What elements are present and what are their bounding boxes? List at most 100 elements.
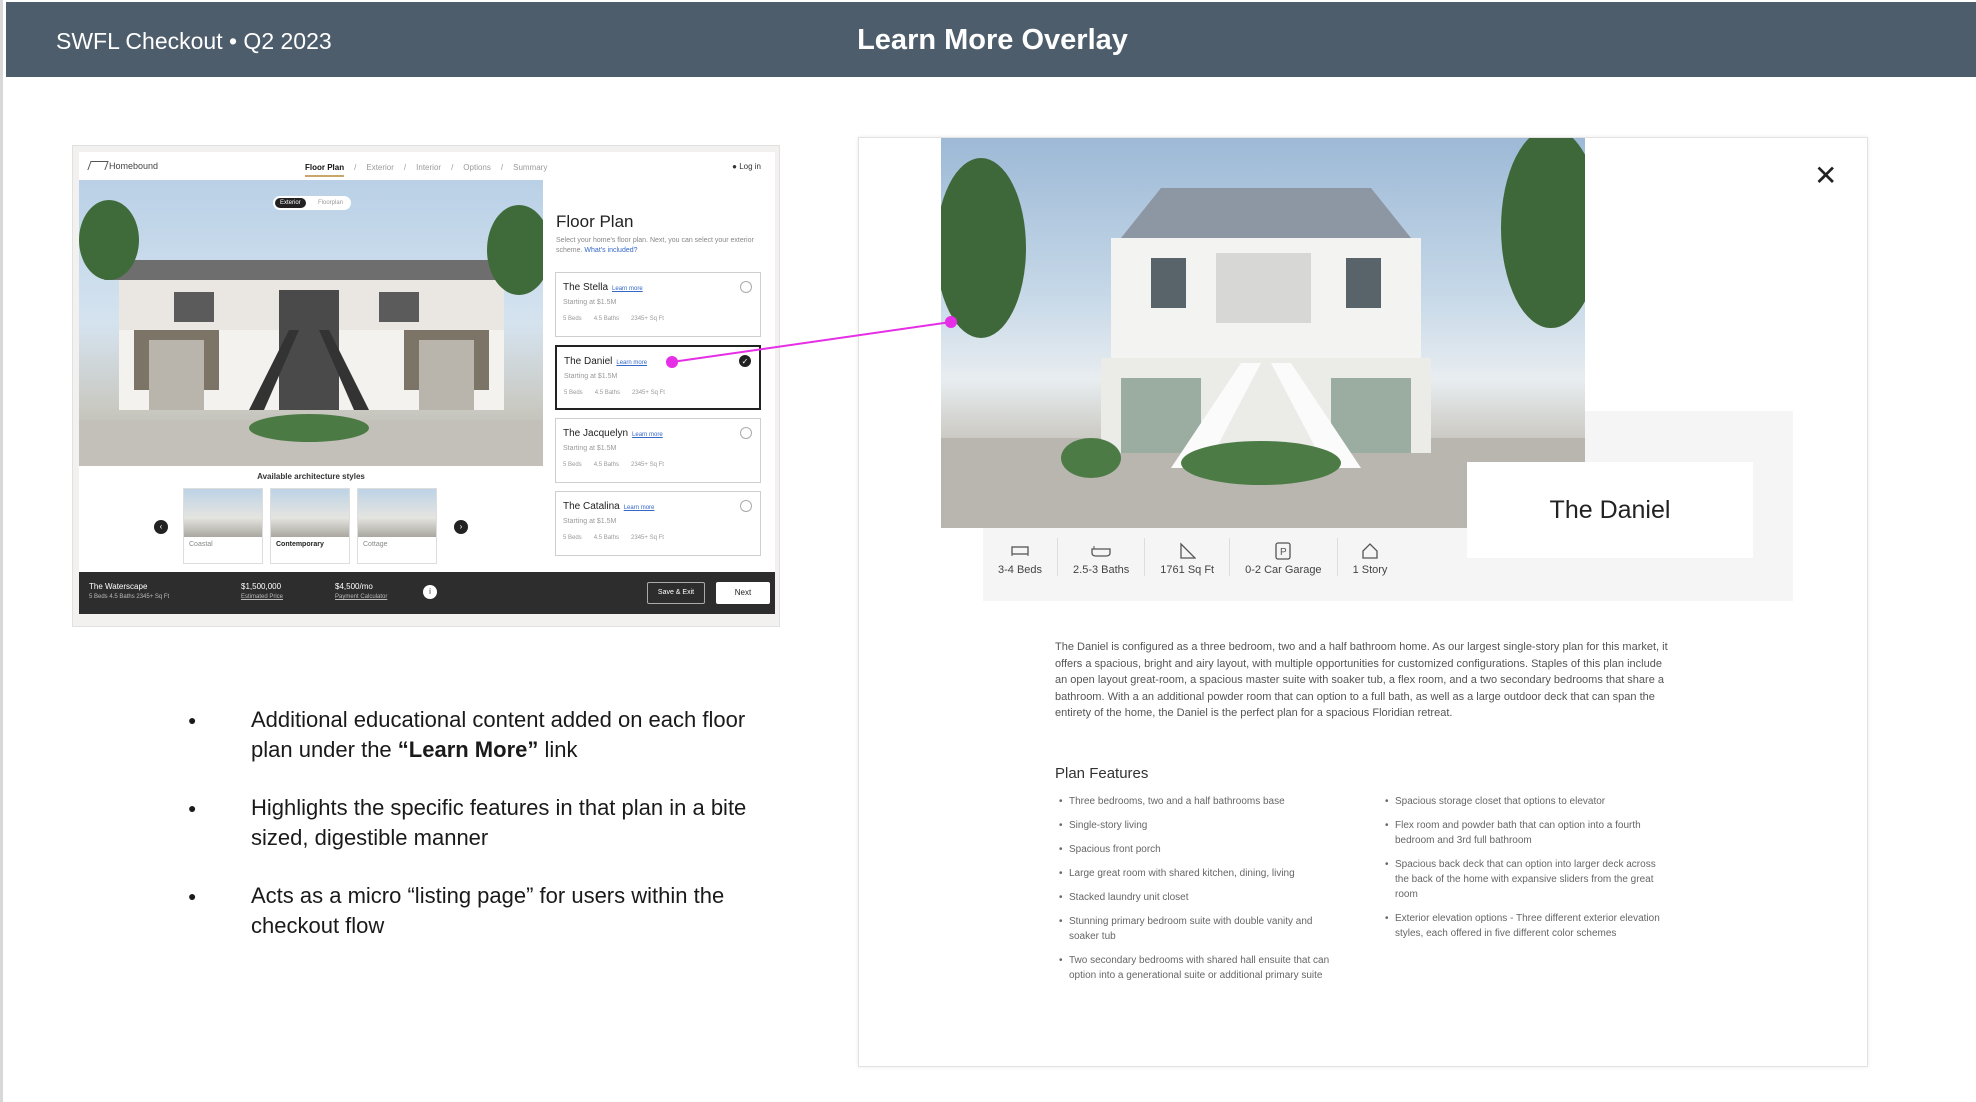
plan-radio[interactable] <box>740 500 752 512</box>
house-illustration <box>79 200 543 466</box>
plan-card-stella[interactable]: The Stella Learn more Starting at $1.5M 5… <box>555 272 761 337</box>
home-icon <box>1353 538 1388 564</box>
feature-item: Three bedrooms, two and a half bathrooms… <box>1055 794 1345 809</box>
step-separator: / <box>403 163 407 172</box>
panel-subtitle: Select your home's floor plan. Next, you… <box>556 236 761 256</box>
plan-name: The Daniel <box>1549 496 1671 524</box>
brand-name: Homebound <box>109 161 159 171</box>
estimated-price: $1,500,000 Estimated Price <box>241 582 283 600</box>
style-thumb-contemporary[interactable]: Contemporary <box>270 488 350 564</box>
login-label: Log in <box>739 162 761 171</box>
bath-icon <box>1073 538 1129 564</box>
plan-specs: 5 Beds 4.5 Baths 2345+ Sq Ft <box>563 462 664 468</box>
feature-item: Large great room with shared kitchen, di… <box>1055 866 1345 881</box>
learn-more-link[interactable]: Learn more <box>612 286 643 292</box>
plan-radio[interactable] <box>740 281 752 293</box>
step-options[interactable]: Options <box>463 163 491 177</box>
mockup-nav-bar: Homebound Floor Plan / Exterior / Interi… <box>79 152 775 180</box>
learn-more-overlay: ✕ The Daniel 3-4 Beds 2.5-3 Baths 1761 S… <box>858 137 1868 1067</box>
style-thumb-cottage[interactable]: Cottage <box>357 488 437 564</box>
estimated-price-link[interactable]: Estimated Price <box>241 594 283 600</box>
styles-heading: Available architecture styles <box>257 472 365 481</box>
style-image <box>184 489 262 537</box>
sqft-spec: 2345+ Sq Ft <box>632 390 665 396</box>
sqft-spec: 2345+ Sq Ft <box>631 535 664 541</box>
plan-card-jacquelyn[interactable]: The Jacquelyn Learn more Starting at $1.5… <box>555 418 761 483</box>
step-floor-plan[interactable]: Floor Plan <box>305 163 345 177</box>
step-summary[interactable]: Summary <box>513 163 547 177</box>
feature-item: Single-story living <box>1055 818 1345 833</box>
close-icon[interactable]: ✕ <box>1814 162 1837 190</box>
save-exit-button[interactable]: Save & Exit <box>647 582 705 604</box>
hero-house-image: Exterior Floorplan <box>79 180 543 466</box>
next-button[interactable]: Next <box>716 582 770 604</box>
toggle-floorplan[interactable]: Floorplan <box>313 198 348 208</box>
plan-radio-checked-icon[interactable]: ✓ <box>739 355 751 367</box>
plan-card-catalina[interactable]: The Catalina Learn more Starting at $1.5M… <box>555 491 761 556</box>
feature-item: Flex room and powder bath that can optio… <box>1381 818 1671 848</box>
bullet-text: Highlights the specific features in that… <box>251 795 747 850</box>
payment-calculator-link[interactable]: Payment Calculator <box>335 594 387 600</box>
sqft-spec: 2345+ Sq Ft <box>631 316 664 322</box>
stat-garage: P 0-2 Car Garage <box>1230 538 1338 576</box>
plan-specs: 5 Beds 4.5 Baths 2345+ Sq Ft <box>564 390 665 396</box>
plan-price: Starting at $1.5M <box>563 299 617 306</box>
roof-icon <box>87 161 109 170</box>
learn-more-link[interactable]: Learn more <box>616 360 647 366</box>
step-separator: / <box>451 163 454 172</box>
plan-price: Starting at $1.5M <box>563 518 617 525</box>
bed-icon <box>998 538 1042 564</box>
learn-more-link[interactable]: Learn more <box>624 505 655 511</box>
stat-label: 0-2 Car Garage <box>1245 564 1322 576</box>
style-thumb-coastal[interactable]: Coastal <box>183 488 263 564</box>
plan-price: Starting at $1.5M <box>564 373 618 380</box>
stat-label: 1761 Sq Ft <box>1160 564 1215 576</box>
bullet-item: Additional educational content added on … <box>183 705 783 765</box>
whats-included-link[interactable]: What's included? <box>584 247 637 254</box>
feature-item: Exterior elevation options - Three diffe… <box>1381 911 1671 941</box>
next-arrow-icon[interactable]: › <box>454 520 468 534</box>
stat-baths: 2.5-3 Baths <box>1058 538 1146 576</box>
plan-name: The Daniel <box>564 356 613 367</box>
feature-item: Spacious front porch <box>1055 842 1345 857</box>
baths-spec: 4.5 Baths <box>593 316 620 322</box>
learn-more-link[interactable]: Learn more <box>632 432 663 438</box>
home-specs: 5 Beds 4.5 Baths 2345+ Sq Ft <box>89 594 170 600</box>
toggle-exterior[interactable]: Exterior <box>275 198 306 208</box>
plan-specs: 5 Beds 4.5 Baths 2345+ Sq Ft <box>563 535 664 541</box>
step-interior[interactable]: Interior <box>416 163 441 177</box>
prev-arrow-icon[interactable]: ‹ <box>154 520 168 534</box>
beds-spec: 5 Beds <box>563 462 582 468</box>
style-label: Cottage <box>363 541 388 548</box>
svg-text:P: P <box>1280 547 1287 558</box>
plan-name-card: The Daniel <box>1467 462 1753 558</box>
floor-plan-panel: Floor Plan Select your home's floor plan… <box>543 180 775 572</box>
info-icon[interactable]: i <box>423 585 437 599</box>
style-label: Contemporary <box>276 541 324 548</box>
homebound-logo[interactable]: Homebound <box>87 161 159 171</box>
feature-item: Stacked laundry unit closet <box>1055 890 1345 905</box>
view-toggle[interactable]: Exterior Floorplan <box>273 196 351 210</box>
stat-label: 3-4 Beds <box>998 564 1043 576</box>
checkout-steps: Floor Plan / Exterior / Interior / Optio… <box>305 163 547 177</box>
plan-name: The Jacquelyn <box>563 428 629 439</box>
feature-item: Spacious back deck that can option into … <box>1381 857 1671 902</box>
plan-card-daniel[interactable]: The Daniel Learn more Starting at $1.5M 5… <box>555 345 761 410</box>
plan-price: Starting at $1.5M <box>563 445 617 452</box>
feature-item: Two secondary bedrooms with shared hall … <box>1055 953 1345 983</box>
stat-label: 2.5-3 Baths <box>1073 564 1130 576</box>
login-link[interactable]: ● Log in <box>732 162 761 171</box>
step-separator: / <box>354 163 357 172</box>
plan-name: The Catalina <box>563 501 620 512</box>
area-icon <box>1160 538 1214 564</box>
features-heading: Plan Features <box>1055 765 1149 782</box>
user-icon: ● <box>732 162 737 171</box>
price-value: $1,500,000 <box>241 582 282 591</box>
architecture-styles: Available architecture styles ‹ Coastal … <box>79 466 543 572</box>
monthly-value: $4,500/mo <box>335 582 373 591</box>
plan-radio[interactable] <box>740 427 752 439</box>
feature-item: Spacious storage closet that options to … <box>1381 794 1671 809</box>
baths-spec: 4.5 Baths <box>594 390 621 396</box>
step-exterior[interactable]: Exterior <box>366 163 394 177</box>
stat-beds: 3-4 Beds <box>983 538 1059 576</box>
